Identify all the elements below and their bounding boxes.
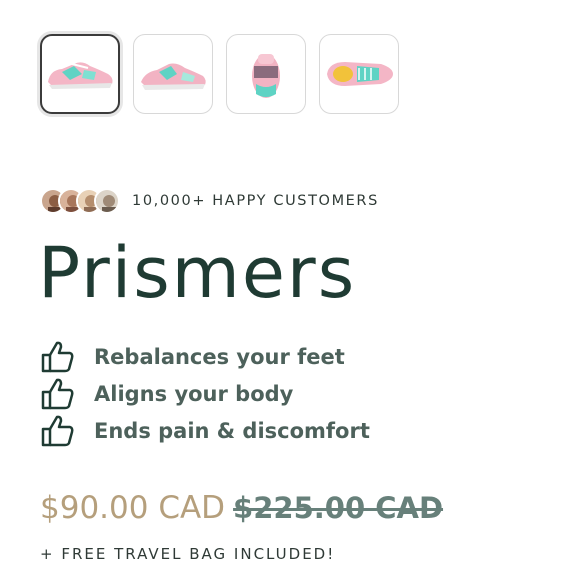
customer-avatars (40, 188, 120, 214)
thumbnail-4[interactable] (319, 34, 399, 114)
sale-price: $90.00 CAD (40, 490, 226, 526)
thumbs-up-icon (41, 415, 74, 446)
shoe-side-thumbnail-alt (141, 63, 206, 90)
thumbnail-3[interactable] (226, 34, 306, 114)
compare-at-price: $225.00 CAD (233, 491, 444, 525)
benefit-item: Rebalances your feet (40, 338, 370, 375)
product-title: Prismers (38, 232, 357, 314)
thumbnail-1[interactable] (40, 34, 120, 114)
benefit-item: Aligns your body (40, 375, 370, 412)
benefit-item: Ends pain & discomfort (40, 412, 370, 449)
benefit-label: Rebalances your feet (94, 344, 345, 369)
thumbs-up-icon (41, 378, 74, 409)
thumbnail-2[interactable] (133, 34, 213, 114)
shoe-top-thumbnail (327, 62, 393, 86)
shoe-side-thumbnail (48, 62, 113, 89)
thumbs-up-icon (41, 341, 74, 372)
free-gift-note: + FREE TRAVEL BAG INCLUDED! (40, 545, 336, 563)
benefit-list: Rebalances your feet Aligns your body En… (40, 338, 370, 449)
benefit-label: Ends pain & discomfort (94, 418, 370, 443)
benefit-label: Aligns your body (94, 381, 294, 406)
avatar (94, 188, 120, 214)
shoe-back-thumbnail (252, 54, 280, 98)
product-thumbnails (40, 34, 399, 114)
happy-customers-text: 10,000+ HAPPY CUSTOMERS (132, 193, 379, 209)
price-block: $90.00 CAD $225.00 CAD (40, 490, 443, 526)
social-proof: 10,000+ HAPPY CUSTOMERS (40, 188, 379, 214)
